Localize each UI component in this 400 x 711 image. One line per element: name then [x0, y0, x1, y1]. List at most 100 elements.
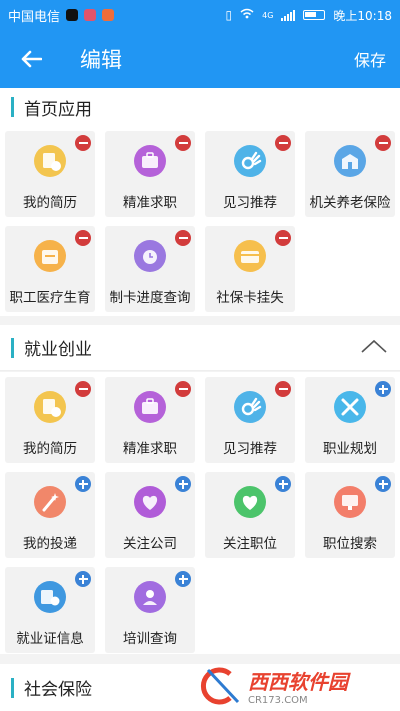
app-tile-label: 见习推荐 [223, 441, 277, 457]
watermark: 西西软件园 CR173.COM [200, 660, 400, 711]
remove-app-button[interactable] [375, 135, 391, 151]
app-tile[interactable]: 精准求职 [105, 377, 195, 463]
card-icon [234, 240, 266, 272]
chevron-up-icon [361, 339, 387, 353]
remove-app-button[interactable] [75, 135, 91, 151]
section-title: 就业创业 [24, 340, 92, 360]
heart-icon [234, 486, 266, 518]
id-card-icon [34, 581, 66, 613]
status-bar: 中国电信 ▯ 4G 晚上10:18 [0, 0, 400, 30]
remove-app-button[interactable] [175, 230, 191, 246]
app-tile[interactable]: 关注公司 [105, 472, 195, 558]
arrow-left-icon [21, 50, 42, 68]
collapse-toggle[interactable] [360, 338, 388, 358]
app-tile[interactable]: 职工医疗生育 [5, 226, 95, 312]
monitor-icon [334, 486, 366, 518]
vibrate-icon: ▯ [225, 8, 233, 22]
add-app-button[interactable] [375, 476, 391, 492]
section-accent-bar [11, 337, 14, 358]
tiktok-icon [66, 9, 79, 21]
app-tile-label: 我的简历 [23, 441, 77, 457]
app-tile-label: 职业规划 [323, 441, 377, 457]
app-tile-label: 制卡进度查询 [109, 290, 191, 306]
add-app-button[interactable] [75, 571, 91, 587]
app-tile-label: 精准求职 [123, 195, 177, 211]
app-tile[interactable]: 见习推荐 [205, 377, 295, 463]
tools-icon [334, 391, 366, 423]
watermark-logo-icon [200, 667, 240, 704]
section-body-home-apps: 我的简历 精准求职 见习推荐 机关养老保险职工医疗生育 制卡进度查询 社保卡挂失 [0, 126, 400, 316]
save-button[interactable]: 保存 [354, 47, 386, 71]
wifi-icon [240, 8, 254, 22]
app-tile-label: 职工医疗生育 [9, 290, 91, 306]
app-tile-label: 见习推荐 [223, 195, 277, 211]
app-tile-label: 社保卡挂失 [216, 290, 284, 306]
training-icon [134, 581, 166, 613]
app-tile[interactable]: 社保卡挂失 [205, 226, 295, 312]
section-header-home-apps: 首页应用 [0, 88, 400, 126]
app-tile-label: 精准求职 [123, 441, 177, 457]
video-app-icon [102, 9, 115, 21]
add-app-button[interactable] [375, 381, 391, 397]
app-tile-label: 关注职位 [223, 536, 277, 552]
network-type: 4G [262, 10, 274, 20]
back-button[interactable] [0, 30, 62, 88]
section-title: 首页应用 [24, 99, 92, 120]
app-tile[interactable]: 我的简历 [5, 131, 95, 217]
section-title: 社会保险 [24, 680, 92, 700]
remove-app-button[interactable] [75, 381, 91, 397]
app-tile[interactable]: 就业证信息 [5, 567, 95, 653]
remove-app-button[interactable] [275, 230, 291, 246]
app-tile[interactable]: 关注职位 [205, 472, 295, 558]
carrier-label: 中国电信 [8, 9, 61, 25]
section-header-employment: 就业创业 [0, 325, 400, 371]
app-tile[interactable]: 见习推荐 [205, 131, 295, 217]
app-tile[interactable]: 制卡进度查询 [105, 226, 195, 312]
app-tile-label: 职位搜索 [323, 536, 377, 552]
app-tile[interactable]: 职业规划 [305, 377, 395, 463]
app-tile-label: 机关养老保险 [309, 195, 391, 211]
wand-icon [34, 486, 66, 518]
app-tile[interactable]: 精准求职 [105, 131, 195, 217]
app-tile[interactable]: 我的投递 [5, 472, 95, 558]
app-tile-label: 关注公司 [123, 536, 177, 552]
app-header: 编辑 保存 [0, 30, 400, 88]
ok-hand-icon [234, 391, 266, 423]
ok-hand-icon [234, 145, 266, 177]
resume-icon [34, 145, 66, 177]
remove-app-button[interactable] [275, 381, 291, 397]
app-tile-label: 我的简历 [23, 195, 77, 211]
alarm-clock-icon [134, 240, 166, 272]
watermark-brand: 西西软件园 [248, 669, 348, 694]
app-tile[interactable]: 职位搜索 [305, 472, 395, 558]
app-tile-label: 就业证信息 [16, 631, 84, 647]
add-app-button[interactable] [175, 476, 191, 492]
battery-icon [303, 10, 326, 20]
section-accent-bar [11, 677, 14, 698]
section-accent-bar [11, 97, 14, 117]
add-app-button[interactable] [175, 571, 191, 587]
briefcase-icon [134, 145, 166, 177]
page-title: 编辑 [80, 48, 122, 72]
app-tile[interactable]: 培训查询 [105, 567, 195, 653]
app-tile-label: 培训查询 [123, 631, 177, 647]
add-app-button[interactable] [275, 476, 291, 492]
section-body-employment: 我的简历 精准求职 见习推荐 职业规划我的投递 关注公司 关注职位 职位搜索就业证信息 培训查… [0, 372, 400, 654]
briefcase-icon [134, 391, 166, 423]
remove-app-button[interactable] [175, 381, 191, 397]
app-notification-icon [84, 9, 97, 21]
medical-box-icon [34, 240, 66, 272]
signal-icon [281, 9, 296, 21]
app-tile-label: 我的投递 [23, 536, 77, 552]
app-tile[interactable]: 机关养老保险 [305, 131, 395, 217]
app-tile[interactable]: 我的简历 [5, 377, 95, 463]
heart-home-icon [134, 486, 166, 518]
remove-app-button[interactable] [275, 135, 291, 151]
remove-app-button[interactable] [175, 135, 191, 151]
clock: 晚上10:18 [333, 8, 392, 23]
remove-app-button[interactable] [75, 230, 91, 246]
building-icon [334, 145, 366, 177]
watermark-domain: CR173.COM [248, 694, 308, 706]
add-app-button[interactable] [75, 476, 91, 492]
resume-icon [34, 391, 66, 423]
